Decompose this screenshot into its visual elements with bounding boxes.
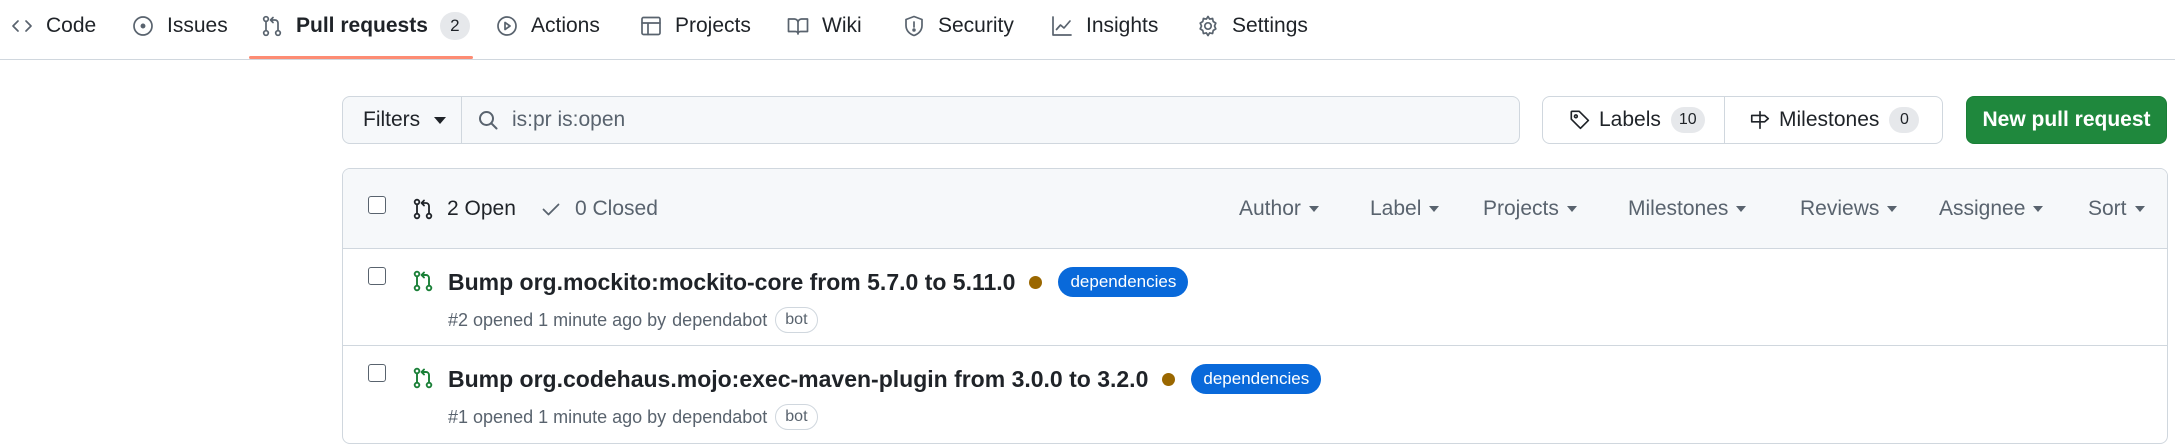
nav-tab-label: Pull requests bbox=[296, 14, 428, 37]
row-checkbox[interactable] bbox=[368, 364, 386, 382]
milestones-filter-dropdown[interactable]: Milestones bbox=[1628, 196, 1747, 222]
selected-tab-underline bbox=[249, 56, 473, 59]
pull-request-row: Bump org.mockito:mockito-core from 5.7.0… bbox=[343, 249, 2167, 346]
code-icon bbox=[12, 20, 32, 32]
projects-filter-dropdown[interactable]: Projects bbox=[1483, 196, 1577, 222]
chevron-down-icon bbox=[2033, 206, 2044, 212]
closed-filter-tab[interactable]: 0 Closed bbox=[539, 196, 658, 222]
nav-tab-label: Code bbox=[46, 14, 97, 37]
filters-label: Filters bbox=[363, 108, 421, 131]
nav-tab-settings[interactable]: Settings bbox=[1196, 0, 1308, 52]
issue-opened-icon bbox=[133, 16, 153, 36]
pull-request-title-link[interactable]: Bump org.codehaus.mojo:exec-maven-plugin… bbox=[448, 366, 1148, 393]
nav-tab-security[interactable]: Security bbox=[902, 0, 1014, 52]
nav-tab-wiki[interactable]: Wiki bbox=[786, 0, 862, 52]
sort-dropdown[interactable]: Sort bbox=[2088, 196, 2145, 222]
select-all-checkbox[interactable] bbox=[368, 196, 386, 214]
filters-dropdown-button[interactable]: Filters bbox=[342, 96, 462, 144]
filter-bar: Filters bbox=[342, 96, 1520, 144]
pull-request-list: 2 Open 0 Closed Author Label Projects Mi… bbox=[342, 168, 2168, 444]
open-count-label: 2 Open bbox=[447, 197, 516, 220]
play-icon bbox=[497, 16, 517, 36]
labels-label: Labels bbox=[1599, 108, 1661, 131]
pull-request-meta: #1 opened 1 minute ago by dependabot bot bbox=[448, 404, 818, 430]
filter-label: Sort bbox=[2088, 197, 2127, 220]
filter-label: Assignee bbox=[1939, 197, 2026, 220]
open-filter-tab[interactable]: 2 Open bbox=[411, 196, 516, 222]
labels-milestones-group: Labels 10 Milestones 0 bbox=[1542, 96, 1943, 144]
filter-label: Projects bbox=[1483, 197, 1559, 220]
search-input[interactable] bbox=[512, 108, 1412, 132]
nav-tab-issues[interactable]: Issues bbox=[131, 0, 228, 52]
gear-icon bbox=[1199, 15, 1217, 37]
nav-tab-label: Settings bbox=[1232, 14, 1308, 37]
nav-tab-insights[interactable]: Insights bbox=[1050, 0, 1158, 52]
closed-count-label: 0 Closed bbox=[575, 197, 658, 220]
chevron-down-icon bbox=[434, 116, 447, 124]
author-link[interactable]: dependabot bbox=[672, 407, 767, 428]
pull-request-title-line: Bump org.mockito:mockito-core from 5.7.0… bbox=[448, 267, 1189, 297]
pull-request-title-line: Bump org.codehaus.mojo:exec-maven-plugin… bbox=[448, 364, 1322, 394]
nav-tab-pull-requests[interactable]: Pull requests 2 bbox=[260, 0, 470, 52]
repository-nav: Code Issues Pull requests 2 Actions Proj… bbox=[0, 0, 2175, 60]
chevron-down-icon bbox=[1429, 206, 1440, 212]
nav-tab-code[interactable]: Code bbox=[10, 0, 96, 52]
book-icon bbox=[787, 18, 809, 35]
row-checkbox[interactable] bbox=[368, 267, 386, 285]
label-dependencies[interactable]: dependencies bbox=[1191, 364, 1322, 394]
milestone-icon bbox=[1750, 110, 1770, 130]
filter-label: Reviews bbox=[1800, 197, 1880, 220]
assignee-filter-dropdown[interactable]: Assignee bbox=[1939, 196, 2044, 222]
new-pull-request-button[interactable]: New pull request bbox=[1966, 96, 2167, 144]
check-icon bbox=[542, 203, 560, 216]
checks-pending-dot[interactable] bbox=[1162, 372, 1176, 386]
author-filter-dropdown[interactable]: Author bbox=[1239, 196, 1319, 222]
labels-counter: 10 bbox=[1670, 107, 1705, 133]
bot-badge: bot bbox=[775, 404, 818, 430]
nav-tab-label: Insights bbox=[1086, 14, 1159, 37]
milestones-button[interactable]: Milestones 0 bbox=[1725, 97, 1942, 143]
nav-tab-label: Projects bbox=[675, 14, 751, 37]
author-link[interactable]: dependabot bbox=[672, 310, 767, 331]
label-filter-dropdown[interactable]: Label bbox=[1370, 196, 1440, 222]
nav-tab-label: Issues bbox=[167, 14, 228, 37]
git-pull-request-icon bbox=[262, 15, 282, 37]
label-dependencies[interactable]: dependencies bbox=[1058, 267, 1189, 297]
tag-icon bbox=[1570, 110, 1590, 130]
nav-tab-label: Wiki bbox=[822, 14, 862, 37]
graph-icon bbox=[1052, 16, 1072, 36]
pull-request-title-link[interactable]: Bump org.mockito:mockito-core from 5.7.0… bbox=[448, 269, 1015, 296]
labels-button[interactable]: Labels 10 bbox=[1543, 97, 1725, 143]
pull-request-meta: #2 opened 1 minute ago by dependabot bot bbox=[448, 307, 818, 333]
open-pull-request-icon bbox=[411, 366, 435, 390]
open-pull-request-icon bbox=[411, 269, 435, 293]
chevron-down-icon bbox=[2134, 206, 2145, 212]
checks-pending-dot[interactable] bbox=[1029, 275, 1043, 289]
opened-info: #2 opened 1 minute ago by bbox=[448, 309, 667, 330]
filter-label: Milestones bbox=[1628, 197, 1729, 220]
list-header: 2 Open 0 Closed Author Label Projects Mi… bbox=[343, 169, 2167, 249]
bot-badge: bot bbox=[775, 307, 818, 333]
chevron-down-icon bbox=[1887, 206, 1898, 212]
chevron-down-icon bbox=[1736, 206, 1747, 212]
milestones-counter: 0 bbox=[1889, 107, 1920, 133]
nav-tab-label: Actions bbox=[531, 14, 600, 37]
filter-label: Author bbox=[1239, 197, 1301, 220]
shield-icon bbox=[905, 15, 923, 37]
milestones-label: Milestones bbox=[1779, 108, 1880, 131]
search-box[interactable] bbox=[461, 96, 1520, 144]
pull-request-row: Bump org.codehaus.mojo:exec-maven-plugin… bbox=[343, 346, 2167, 443]
git-pull-request-icon bbox=[413, 198, 433, 220]
reviews-filter-dropdown[interactable]: Reviews bbox=[1800, 196, 1898, 222]
filter-label: Label bbox=[1370, 197, 1422, 220]
nav-tab-label: Security bbox=[938, 14, 1014, 37]
table-icon bbox=[641, 16, 661, 36]
nav-tab-projects[interactable]: Projects bbox=[639, 0, 751, 52]
pull-requests-counter: 2 bbox=[439, 12, 470, 40]
nav-tab-actions[interactable]: Actions bbox=[495, 0, 600, 52]
search-icon bbox=[479, 111, 498, 130]
chevron-down-icon bbox=[1566, 206, 1577, 212]
opened-info: #1 opened 1 minute ago by bbox=[448, 406, 667, 427]
chevron-down-icon bbox=[1308, 206, 1319, 212]
